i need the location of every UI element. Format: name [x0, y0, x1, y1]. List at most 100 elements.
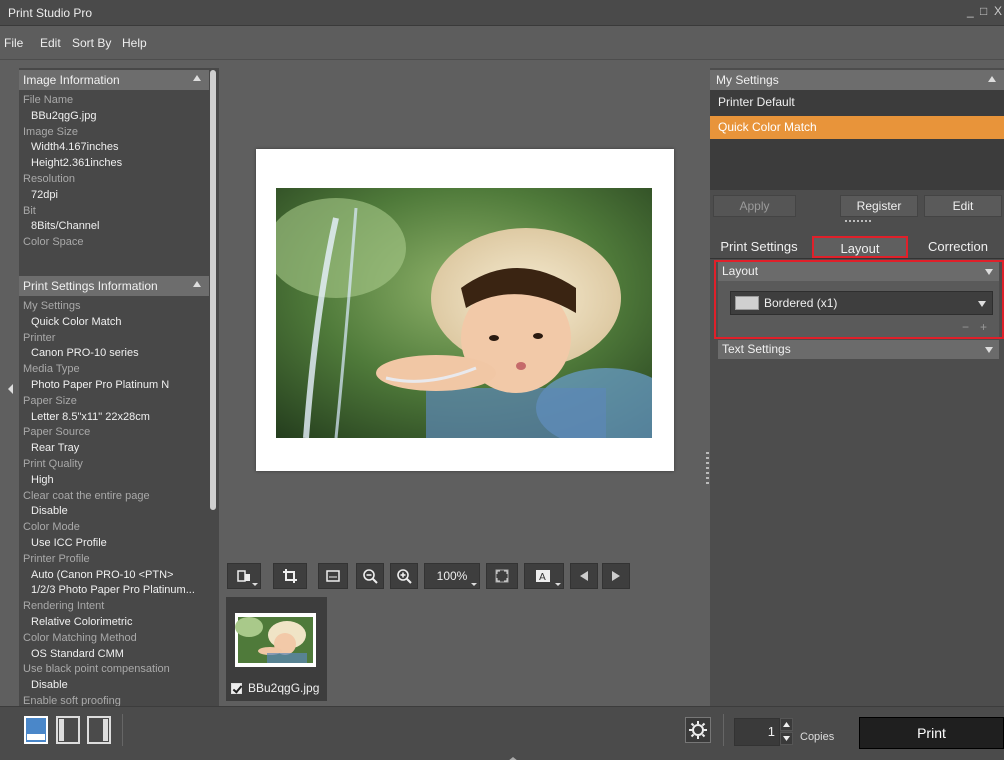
minimize-icon[interactable]: _: [967, 4, 974, 18]
tab-correction[interactable]: Correction: [914, 236, 1002, 258]
expand-down-icon[interactable]: [985, 347, 993, 353]
menu-file[interactable]: File: [4, 36, 23, 50]
print-info-value: 1/2/3 Photo Paper Pro Platinum...: [31, 584, 195, 597]
tab-print-settings[interactable]: Print Settings: [712, 236, 806, 258]
maximize-icon[interactable]: □: [980, 4, 987, 18]
collapse-up-icon[interactable]: [193, 75, 201, 81]
print-info-header[interactable]: Print Settings Information: [19, 276, 209, 296]
zoom-level-value: 100%: [436, 569, 468, 583]
window-title: Print Studio Pro: [8, 6, 93, 20]
print-info-value: Rear Tray: [31, 442, 80, 455]
copies-label: Copies: [800, 731, 835, 743]
zoom-in-icon: [397, 569, 412, 584]
zoom-out-icon: [363, 569, 378, 584]
register-button[interactable]: Register: [840, 195, 918, 217]
menu-sort-by[interactable]: Sort By: [72, 36, 111, 50]
image-info-label: Color Space: [23, 236, 84, 249]
crop-button[interactable]: [273, 563, 307, 589]
print-info-label: Print Quality: [23, 458, 83, 470]
print-info-label: Printer: [23, 331, 56, 344]
close-icon[interactable]: X: [994, 4, 1002, 18]
print-info-value: Quick Color Match: [31, 315, 122, 328]
menu-bar: File Edit Sort By Help: [0, 26, 1004, 60]
print-info-value: Disable: [31, 679, 68, 692]
menu-edit[interactable]: Edit: [40, 36, 61, 50]
my-settings-item-quick-color-match[interactable]: Quick Color Match: [710, 116, 1004, 139]
previous-button[interactable]: [570, 563, 598, 589]
fit-screen-button[interactable]: [486, 563, 518, 589]
menu-help[interactable]: Help: [122, 36, 147, 50]
crop-icon: [283, 569, 297, 583]
panel-resize-handle[interactable]: [706, 452, 709, 486]
layout-left-icon: [59, 719, 64, 741]
view-right-panel-button[interactable]: [87, 716, 111, 744]
apply-button[interactable]: Apply: [713, 195, 796, 217]
zoom-in-button[interactable]: [390, 563, 418, 589]
tab-layout[interactable]: Layout: [812, 236, 908, 258]
print-info-label: Printer Profile: [23, 552, 90, 565]
image-info-value: 72dpi: [31, 188, 58, 201]
collapse-up-icon[interactable]: [988, 76, 996, 82]
layout-select-value: Bordered (x1): [764, 296, 838, 310]
print-button[interactable]: Print: [859, 717, 1004, 749]
rotate-button[interactable]: [227, 563, 261, 589]
layout-view-button[interactable]: [318, 563, 348, 589]
text-settings-title: Text Settings: [722, 342, 791, 356]
image-info-title: Image Information: [23, 73, 120, 87]
image-info-label: Bit: [23, 204, 36, 217]
preview-photo[interactable]: [276, 188, 652, 438]
image-info-header[interactable]: Image Information: [19, 70, 209, 90]
image-info-value: BBu2qgG.jpg: [31, 109, 97, 122]
image-info-value: Height2.361inches: [31, 157, 123, 170]
print-info-label: Color Mode: [23, 521, 80, 534]
minus-button[interactable]: −: [962, 320, 969, 334]
thumbnail-filename: BBu2qgG.jpg: [248, 681, 320, 695]
my-settings-title: My Settings: [716, 73, 779, 87]
resize-grip[interactable]: [845, 220, 871, 222]
zoom-out-button[interactable]: [356, 563, 384, 589]
print-info-value: Use ICC Profile: [31, 537, 107, 549]
print-info-value: Relative Colorimetric: [31, 616, 133, 628]
layout-right-icon: [103, 719, 108, 741]
rotate-icon: [237, 570, 250, 582]
my-settings-header[interactable]: My Settings: [710, 70, 1004, 90]
print-info-label: Use black point compensation: [23, 663, 170, 676]
print-info-label: Paper Source: [23, 426, 91, 439]
print-info-label: Rendering Intent: [23, 600, 105, 613]
copies-input[interactable]: 1: [734, 718, 780, 746]
print-info-value: High: [31, 473, 54, 486]
copies-increment-button[interactable]: [780, 718, 793, 731]
view-left-panel-button[interactable]: [56, 716, 80, 744]
info-panel-scrollbar[interactable]: [210, 70, 216, 510]
info-panel: Image Information File Name BBu2qgG.jpg Im…: [19, 68, 219, 706]
image-info-value: Width4.167inches: [31, 141, 119, 154]
edit-button[interactable]: Edit: [924, 195, 1002, 217]
layout-single-icon: [27, 734, 45, 740]
text-overlay-button[interactable]: A: [524, 563, 564, 589]
settings-button[interactable]: [685, 717, 711, 743]
next-button[interactable]: [602, 563, 630, 589]
fit-screen-icon: [495, 569, 509, 583]
image-info-label: File Name: [23, 94, 74, 106]
thumbnail-checkbox[interactable]: [231, 683, 242, 694]
toolbar-divider: [723, 714, 724, 746]
expand-down-icon[interactable]: [985, 269, 993, 275]
collapse-left-icon[interactable]: [8, 384, 13, 394]
image-info-label: Resolution: [23, 173, 75, 185]
copies-decrement-button[interactable]: [780, 732, 793, 745]
print-info-title: Print Settings Information: [23, 279, 158, 293]
zoom-level-select[interactable]: 100%: [424, 563, 480, 589]
text-settings-header[interactable]: Text Settings: [718, 340, 999, 359]
layout-select[interactable]: Bordered (x1): [730, 291, 993, 315]
print-info-value: Photo Paper Pro Platinum N: [31, 379, 170, 391]
layout-thumbnail-icon: [735, 296, 759, 310]
arrow-left-icon: [580, 571, 588, 581]
thumbnail-image[interactable]: [235, 613, 316, 667]
layout-section-header[interactable]: Layout: [718, 262, 999, 281]
print-info-value: OS Standard CMM: [31, 647, 124, 660]
toolbar-divider: [122, 714, 123, 746]
my-settings-item-printer-default[interactable]: Printer Default: [710, 91, 1004, 114]
collapse-up-icon[interactable]: [193, 281, 201, 287]
plus-button[interactable]: +: [980, 320, 987, 334]
view-single-button[interactable]: [24, 716, 48, 744]
